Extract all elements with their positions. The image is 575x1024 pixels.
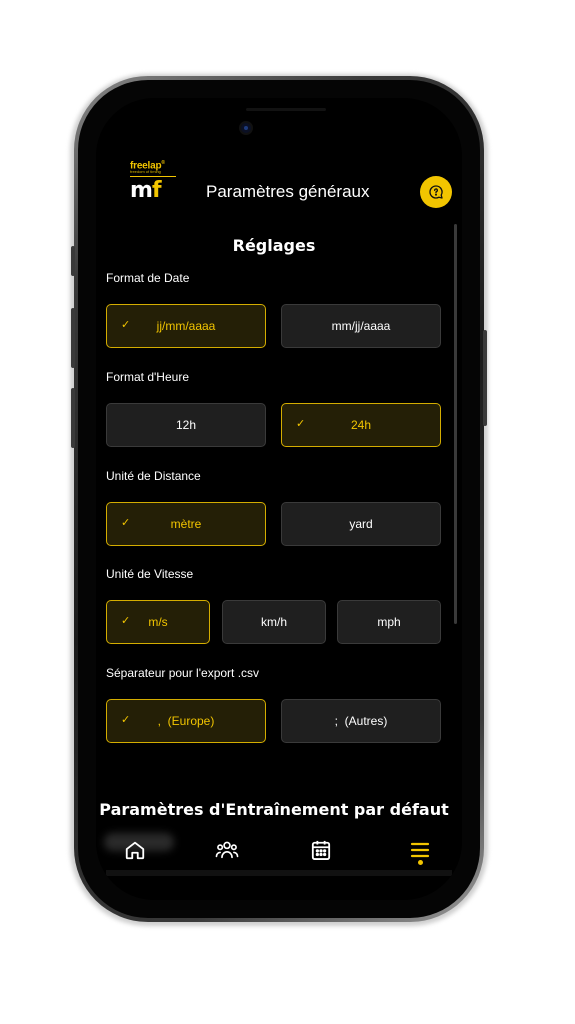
option-label: mètre [170,517,202,531]
speed-unit-option-mph[interactable]: mph [337,600,441,644]
option-label: mph [377,615,401,629]
speed-unit-option-ms[interactable]: ✓ m/s [106,600,210,644]
calendar-icon [311,840,331,861]
app-logo: freelap® freedom of timing mf [130,160,182,202]
option-label: 12h [175,418,197,432]
volume-up-button [71,308,75,368]
page-title: Paramètres généraux [206,182,370,201]
logo-tagline: freedom of timing [130,169,161,175]
date-format-option-ddmmyyyy[interactable]: ✓ jj/mm/aaaa [106,304,266,348]
phone-frame: freelap® freedom of timing mf Paramètres… [71,76,487,922]
bottom-nav [96,826,462,876]
distance-unit-option-metre[interactable]: ✓ mètre [106,502,266,546]
volume-down-button [71,388,75,448]
active-nav-indicator [418,860,423,865]
speaker [246,108,326,111]
check-icon: ✓ [121,714,131,726]
csv-separator-label: Séparateur pour l'export .csv [106,666,260,680]
option-label: km/h [260,615,287,629]
logo-app-name: mf [130,178,161,204]
users-icon [215,841,239,859]
option-label: mm/jj/aaaa [331,319,391,333]
distance-unit-option-yard[interactable]: yard [281,502,441,546]
option-label: yard [349,517,373,531]
power-button [483,330,487,426]
speed-unit-label: Unité de Vitesse [106,567,194,581]
chat-question-icon [429,185,443,199]
check-icon: ✓ [296,418,306,430]
option-label: ; (Autres) [334,714,388,728]
check-icon: ✓ [121,615,131,627]
nav-calendar[interactable] [307,836,335,864]
nav-athletes[interactable] [213,836,241,864]
nav-home[interactable] [121,836,149,864]
bezel: freelap® freedom of timing mf Paramètres… [78,80,480,918]
front-camera [241,123,251,133]
check-icon: ✓ [121,319,131,331]
csv-separator-option-semicolon[interactable]: ; (Autres) [281,699,441,743]
time-format-option-12h[interactable]: 12h [106,403,266,447]
scrollbar[interactable] [454,224,457,624]
option-label: jj/mm/aaaa [156,319,216,333]
option-label: , (Europe) [157,714,215,728]
section-title-reglages: Réglages [232,236,316,255]
time-format-option-24h[interactable]: ✓ 24h [281,403,441,447]
date-format-label: Format de Date [106,271,190,285]
section-title-training-defaults: Paramètres d'Entraînement par défaut [99,800,449,819]
speed-unit-option-kmh[interactable]: km/h [222,600,326,644]
distance-unit-label: Unité de Distance [106,469,201,483]
home-icon [125,841,145,860]
option-label: m/s [148,615,168,629]
csv-separator-option-comma[interactable]: ✓ , (Europe) [106,699,266,743]
check-icon: ✓ [121,517,131,529]
menu-icon [410,842,430,858]
date-format-option-mmddyyyy[interactable]: mm/jj/aaaa [281,304,441,348]
mute-switch [71,246,75,276]
help-button[interactable] [420,176,452,208]
app-screen: freelap® freedom of timing mf Paramètres… [96,98,462,900]
bottom-bar [106,870,452,876]
time-format-label: Format d'Heure [106,370,189,384]
option-label: 24h [350,418,372,432]
